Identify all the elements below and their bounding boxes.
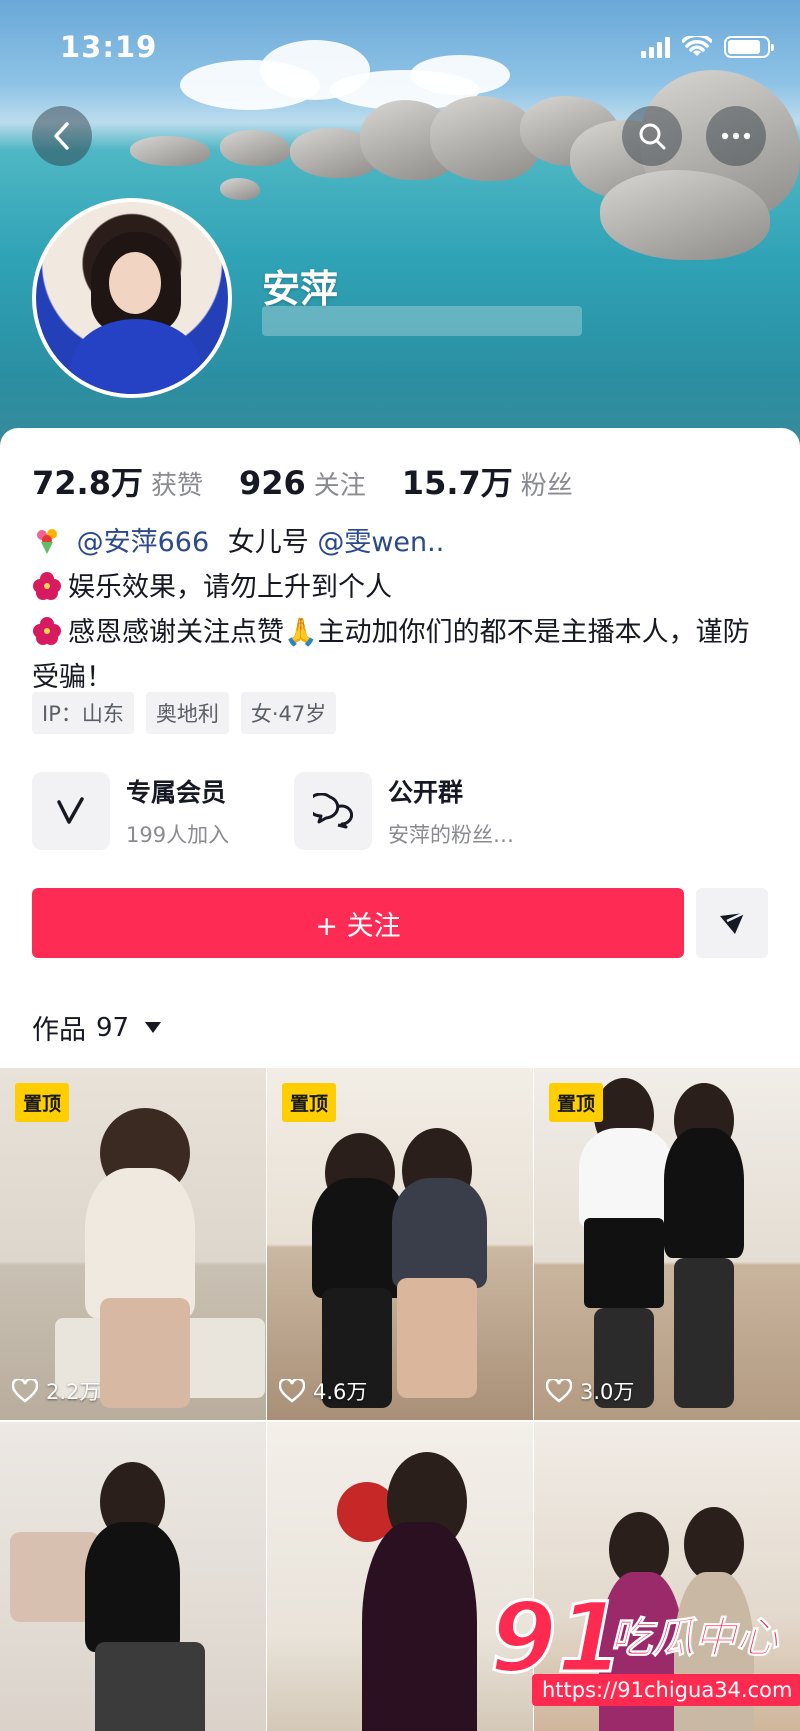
profile-card: 72.8万 获赞 926 关注 15.7万 粉丝 @安萍666 女儿号 @雯wen..… — [0, 428, 800, 1731]
status-time: 13:19 — [60, 30, 158, 64]
bio: @安萍666 女儿号 @雯wen.. 娱乐效果，请勿上升到个人 感恩感谢关注点赞… — [32, 520, 772, 700]
hibiscus-icon — [33, 617, 61, 645]
share-button[interactable] — [696, 888, 768, 958]
chevron-left-icon — [54, 122, 69, 150]
tag-gender-age: 女·47岁 — [240, 692, 337, 734]
fan-group-entry[interactable]: 公开群 安萍的粉丝… — [294, 772, 514, 850]
wifi-icon — [682, 36, 712, 56]
caret-down-icon — [145, 1022, 162, 1033]
pinned-badge: 置顶 — [549, 1083, 604, 1122]
chat-bubbles-icon — [313, 793, 353, 829]
heart-icon — [546, 1379, 572, 1403]
profile-banner: 13:19 安萍 — [0, 0, 800, 470]
pinned-badge: 置顶 — [282, 1083, 337, 1122]
video-tile[interactable]: 置顶 3.0万 — [534, 1068, 800, 1420]
battery-icon — [724, 36, 774, 58]
bio-line-1: @安萍666 女儿号 @雯wen.. — [32, 520, 772, 565]
heart-icon — [12, 1379, 38, 1403]
watermark-logo: 91 吃瓜中心 https://91chigua34.com — [489, 1581, 800, 1721]
search-icon — [639, 123, 666, 150]
stat-following[interactable]: 926 关注 — [239, 464, 366, 502]
pinned-badge: 置顶 — [15, 1083, 70, 1122]
v-icon — [57, 797, 84, 824]
bouquet-icon — [37, 529, 57, 554]
more-button[interactable] — [706, 106, 766, 166]
bio-line-3: 感恩感谢关注点赞🙏主动加你们的都不是主播本人，谨防受骗！ — [32, 617, 750, 693]
video-likes: 3.0万 — [546, 1376, 634, 1406]
video-tile[interactable]: 置顶 4.6万 — [267, 1068, 533, 1420]
profile-id-obscured — [262, 306, 582, 336]
tag-ip: IP：山东 — [32, 692, 134, 734]
search-button[interactable] — [622, 106, 682, 166]
avatar[interactable] — [32, 198, 232, 398]
video-tile[interactable] — [0, 1422, 266, 1731]
mention-link[interactable]: @安萍666 — [77, 527, 210, 558]
more-icon — [721, 132, 751, 140]
bio-line-2: 娱乐效果，请勿上升到个人 — [32, 565, 772, 610]
heart-icon — [279, 1379, 305, 1403]
tag-location: 奥地利 — [145, 692, 229, 734]
status-bar: 13:19 — [0, 0, 800, 96]
stats-row: 72.8万 获赞 926 关注 15.7万 粉丝 — [32, 458, 609, 504]
tab-works[interactable]: 作品 97 — [32, 1008, 162, 1047]
video-likes: 4.6万 — [279, 1376, 367, 1406]
follow-button[interactable]: + 关注 — [32, 888, 684, 958]
video-tile[interactable]: 置顶 2.2万 — [0, 1068, 266, 1420]
stat-followers[interactable]: 15.7万 粉丝 — [402, 458, 573, 504]
video-likes: 2.2万 — [12, 1376, 100, 1406]
send-icon — [720, 911, 745, 934]
membership-entry[interactable]: 专属会员 199人加入 — [32, 772, 229, 850]
back-button[interactable] — [32, 106, 92, 166]
profile-tags: IP：山东 奥地利 女·47岁 — [32, 692, 337, 734]
mention-link[interactable]: @雯wen.. — [317, 527, 444, 558]
stat-likes[interactable]: 72.8万 获赞 — [32, 458, 203, 504]
signal-icon — [641, 36, 670, 58]
hibiscus-icon — [33, 572, 61, 600]
profile-nickname: 安萍 — [262, 267, 339, 311]
